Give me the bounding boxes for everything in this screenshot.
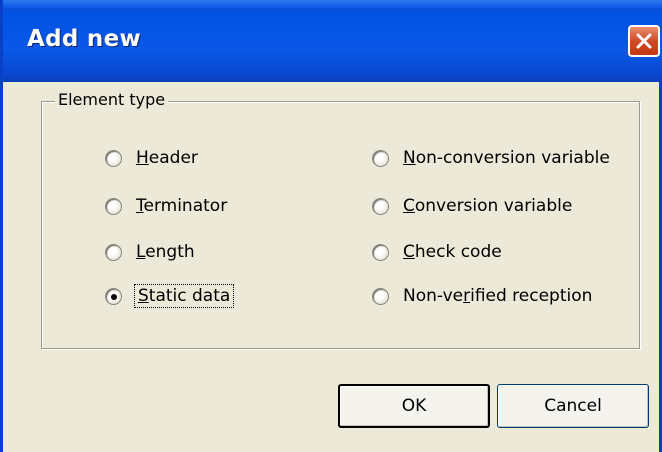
radio-non-verified-reception-circle[interactable] xyxy=(372,287,389,305)
dialog-title: Add new xyxy=(27,26,142,52)
radio-static-data[interactable]: Static data xyxy=(105,284,235,308)
radio-non-verified-reception-label: Non-verified reception xyxy=(403,286,593,306)
radio-non-conversion-variable-circle[interactable] xyxy=(372,149,389,167)
radio-length-label: Length xyxy=(136,242,195,262)
radio-check-code-label: Check code xyxy=(403,242,502,262)
radio-header-label: Header xyxy=(136,148,198,168)
radio-non-verified-reception[interactable]: Non-verified reception xyxy=(372,284,592,308)
dialog-window: Add new Element type Header Terminator L… xyxy=(0,0,662,452)
element-type-group-label: Element type xyxy=(55,90,169,109)
cancel-button[interactable]: Cancel xyxy=(497,384,649,428)
radio-static-data-circle[interactable] xyxy=(105,287,122,305)
ok-button[interactable]: OK xyxy=(338,384,490,428)
element-type-group xyxy=(41,101,640,349)
close-button[interactable] xyxy=(628,25,660,57)
radio-selected-dot xyxy=(111,293,117,300)
radio-non-conversion-variable-label: Non-conversion variable xyxy=(403,148,610,168)
radio-length[interactable]: Length xyxy=(105,240,195,264)
radio-header-circle[interactable] xyxy=(105,149,122,167)
radio-static-data-label: Static data xyxy=(133,284,235,308)
radio-check-code[interactable]: Check code xyxy=(372,240,502,264)
radio-check-code-circle[interactable] xyxy=(372,243,389,261)
radio-terminator[interactable]: Terminator xyxy=(105,194,227,218)
radio-length-circle[interactable] xyxy=(105,243,122,261)
radio-terminator-label: Terminator xyxy=(136,196,228,216)
radio-conversion-variable[interactable]: Conversion variable xyxy=(372,194,572,218)
title-bar[interactable]: Add new xyxy=(3,0,662,82)
radio-header[interactable]: Header xyxy=(105,146,198,170)
radio-conversion-variable-label: Conversion variable xyxy=(403,196,573,216)
radio-terminator-circle[interactable] xyxy=(105,197,122,215)
radio-non-conversion-variable[interactable]: Non-conversion variable xyxy=(372,146,610,170)
radio-conversion-variable-circle[interactable] xyxy=(372,197,389,215)
close-icon xyxy=(636,33,652,49)
title-bar-highlight xyxy=(3,0,662,8)
